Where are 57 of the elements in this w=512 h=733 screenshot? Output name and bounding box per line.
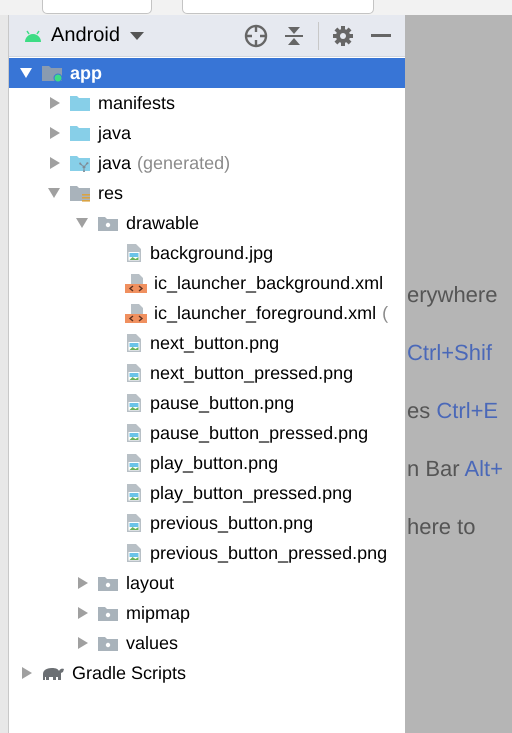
expanded-arrow-icon[interactable] — [19, 66, 33, 80]
collapsed-arrow-icon[interactable] — [47, 126, 61, 140]
editor-hint: n Bar Alt+ — [406, 457, 504, 481]
image-file-icon — [125, 333, 143, 353]
image-file-icon — [125, 543, 143, 563]
tree-item[interactable]: pause_button.png — [9, 388, 405, 418]
image-file-icon — [125, 423, 143, 443]
editor-hint: Ctrl+Shif — [406, 341, 493, 365]
xml-file-icon — [125, 303, 147, 323]
tree-item[interactable]: pause_button_pressed.png — [9, 418, 405, 448]
xml-file-icon — [125, 273, 147, 293]
tree-item[interactable]: previous_button_pressed.png — [9, 538, 405, 568]
image-file-icon — [125, 243, 143, 263]
tree-item[interactable]: previous_button.png — [9, 508, 405, 538]
tree-item[interactable]: ic_launcher_foreground.xml ( — [9, 298, 405, 328]
tree-item[interactable]: java — [9, 118, 405, 148]
expanded-arrow-icon[interactable] — [47, 186, 61, 200]
collapsed-arrow-icon[interactable] — [47, 96, 61, 110]
collapsed-arrow-icon[interactable] — [75, 576, 89, 590]
image-file-icon — [125, 513, 143, 533]
tree-item[interactable]: layout — [9, 568, 405, 598]
android-icon — [23, 28, 43, 42]
editor-hint: erywhere — [406, 283, 498, 307]
module-folder-icon — [41, 63, 63, 83]
item-note: (generated) — [137, 152, 230, 174]
folder-icon — [69, 123, 91, 143]
image-file-icon — [125, 483, 143, 503]
image-file-icon — [125, 363, 143, 383]
expanded-arrow-icon[interactable] — [75, 216, 89, 230]
tree-item[interactable]: res — [9, 178, 405, 208]
folder-icon — [69, 183, 91, 203]
tree-item[interactable]: values — [9, 628, 405, 658]
folder-icon — [69, 153, 91, 173]
tree-item[interactable]: next_button_pressed.png — [9, 358, 405, 388]
folder-icon — [69, 93, 91, 113]
item-note: ( — [382, 302, 388, 324]
editor-hint: es Ctrl+E — [406, 399, 500, 423]
image-file-icon — [125, 393, 143, 413]
tree-item[interactable]: play_button.png — [9, 448, 405, 478]
editor-hint: here to — [406, 515, 476, 539]
tree-item[interactable]: Gradle Scripts — [9, 658, 405, 688]
tree-item[interactable]: play_button_pressed.png — [9, 478, 405, 508]
collapsed-arrow-icon[interactable] — [75, 636, 89, 650]
collapsed-arrow-icon[interactable] — [19, 666, 33, 680]
collapsed-arrow-icon[interactable] — [47, 156, 61, 170]
caret-icon[interactable] — [130, 32, 144, 40]
tree-item[interactable]: next_button.png — [9, 328, 405, 358]
collapsed-arrow-icon[interactable] — [75, 606, 89, 620]
tree-item[interactable]: ic_launcher_background.xml — [9, 268, 405, 298]
tree-item[interactable]: drawable — [9, 208, 405, 238]
tree-item[interactable]: app — [9, 58, 405, 88]
image-file-icon — [125, 453, 143, 473]
view-selector[interactable]: Android — [51, 24, 120, 47]
tree-item[interactable]: manifests — [9, 88, 405, 118]
tree-item[interactable]: mipmap — [9, 598, 405, 628]
tree-item[interactable]: background.jpg — [9, 238, 405, 268]
tree-item[interactable]: java (generated) — [9, 148, 405, 178]
